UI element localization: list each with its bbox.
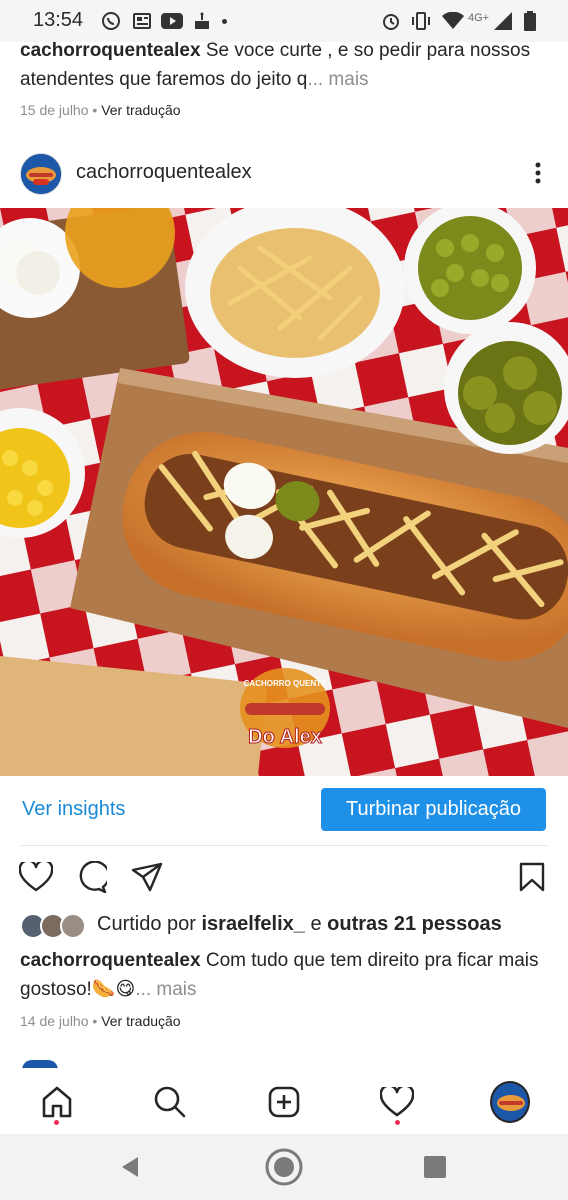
more-vertical-icon: [535, 162, 541, 184]
post-date: 14 de julho: [20, 1013, 89, 1029]
heart-icon: [19, 862, 53, 892]
watermark-brand-text: Do Alex: [248, 726, 322, 748]
comment-button[interactable]: [72, 858, 110, 896]
caption-username[interactable]: cachorroquentealex: [20, 950, 201, 971]
post-caption: cachorroquentealex Com tudo que tem dire…: [20, 946, 550, 1004]
meta-separator: •: [92, 102, 98, 118]
like-button[interactable]: [17, 858, 55, 896]
nav-profile-button[interactable]: [490, 1081, 530, 1123]
more-notifications-dot: [219, 11, 229, 31]
activity-heart-icon: [380, 1087, 414, 1117]
avatar: [60, 913, 86, 939]
alarm-icon: [380, 11, 402, 31]
post-author-avatar[interactable]: [20, 153, 62, 195]
nav-search-button[interactable]: [150, 1082, 190, 1122]
bookmark-icon: [519, 862, 545, 892]
nav-activity-button[interactable]: [377, 1082, 417, 1122]
comment-icon: [79, 861, 107, 893]
nav-add-post-button[interactable]: [264, 1082, 304, 1122]
post-photo[interactable]: CACHORRO QUENTE Do Alex: [0, 208, 568, 776]
save-button[interactable]: [513, 858, 551, 896]
previous-post-caption: cachorroquentealex Se voce curte , e so …: [20, 36, 550, 94]
whatsapp-icon: [100, 11, 122, 31]
liked-others[interactable]: outras 21 pessoas: [327, 913, 502, 935]
meta-separator: •: [92, 1013, 98, 1029]
system-home-button[interactable]: [264, 1147, 304, 1187]
liked-user[interactable]: israelfelix_: [202, 913, 305, 935]
liked-prefix: Curtido por: [97, 913, 202, 935]
home-notification-dot: [54, 1120, 59, 1125]
watermark-top-text: CACHORRO QUENTE: [244, 679, 327, 688]
previous-post-more-link[interactable]: ... mais: [307, 69, 368, 90]
activity-notification-dot: [395, 1120, 400, 1125]
post-author-username[interactable]: cachorroquentealex: [76, 161, 252, 184]
post-translate-link[interactable]: Ver tradução: [101, 1013, 180, 1029]
share-icon: [131, 862, 163, 892]
status-clock: 13:54: [33, 9, 84, 31]
wifi-icon: [441, 11, 465, 31]
system-recents-button[interactable]: [424, 1156, 446, 1178]
battery-icon: [522, 11, 538, 31]
news-icon: [131, 11, 153, 31]
previous-post-username[interactable]: cachorroquentealex: [20, 40, 201, 61]
liker-avatars[interactable]: [20, 911, 90, 939]
previous-post-translate-link[interactable]: Ver tradução: [101, 102, 180, 118]
search-icon: [154, 1086, 186, 1118]
share-button[interactable]: [128, 858, 166, 896]
boost-post-button[interactable]: Turbinar publicação: [321, 788, 546, 831]
vibrate-icon: [410, 11, 432, 31]
brand-watermark: CACHORRO QUENTE Do Alex: [240, 668, 330, 749]
post-options-button[interactable]: [528, 158, 548, 190]
back-icon: [122, 1157, 138, 1177]
network-type-label: 4G+: [468, 12, 490, 24]
system-back-button[interactable]: [118, 1155, 142, 1179]
divider: [20, 845, 548, 846]
likes-summary[interactable]: Curtido por israelfelix_ e outras 21 pes…: [97, 913, 502, 936]
home-circle-icon: [265, 1148, 303, 1186]
cake-icon: [192, 11, 212, 31]
caption-more-link[interactable]: ... mais: [135, 979, 196, 1000]
add-post-icon: [268, 1086, 300, 1118]
profile-avatar: [490, 1081, 530, 1123]
view-insights-link[interactable]: Ver insights: [22, 798, 125, 821]
previous-post-date: 15 de julho: [20, 102, 89, 118]
post-meta: 14 de julho • Ver tradução: [20, 1013, 181, 1029]
home-icon: [42, 1086, 72, 1118]
previous-post-meta: 15 de julho • Ver tradução: [20, 102, 181, 118]
nav-home-button[interactable]: [37, 1082, 77, 1122]
youtube-icon: [160, 11, 184, 31]
signal-icon: [492, 11, 514, 31]
liked-and: e: [304, 913, 328, 935]
